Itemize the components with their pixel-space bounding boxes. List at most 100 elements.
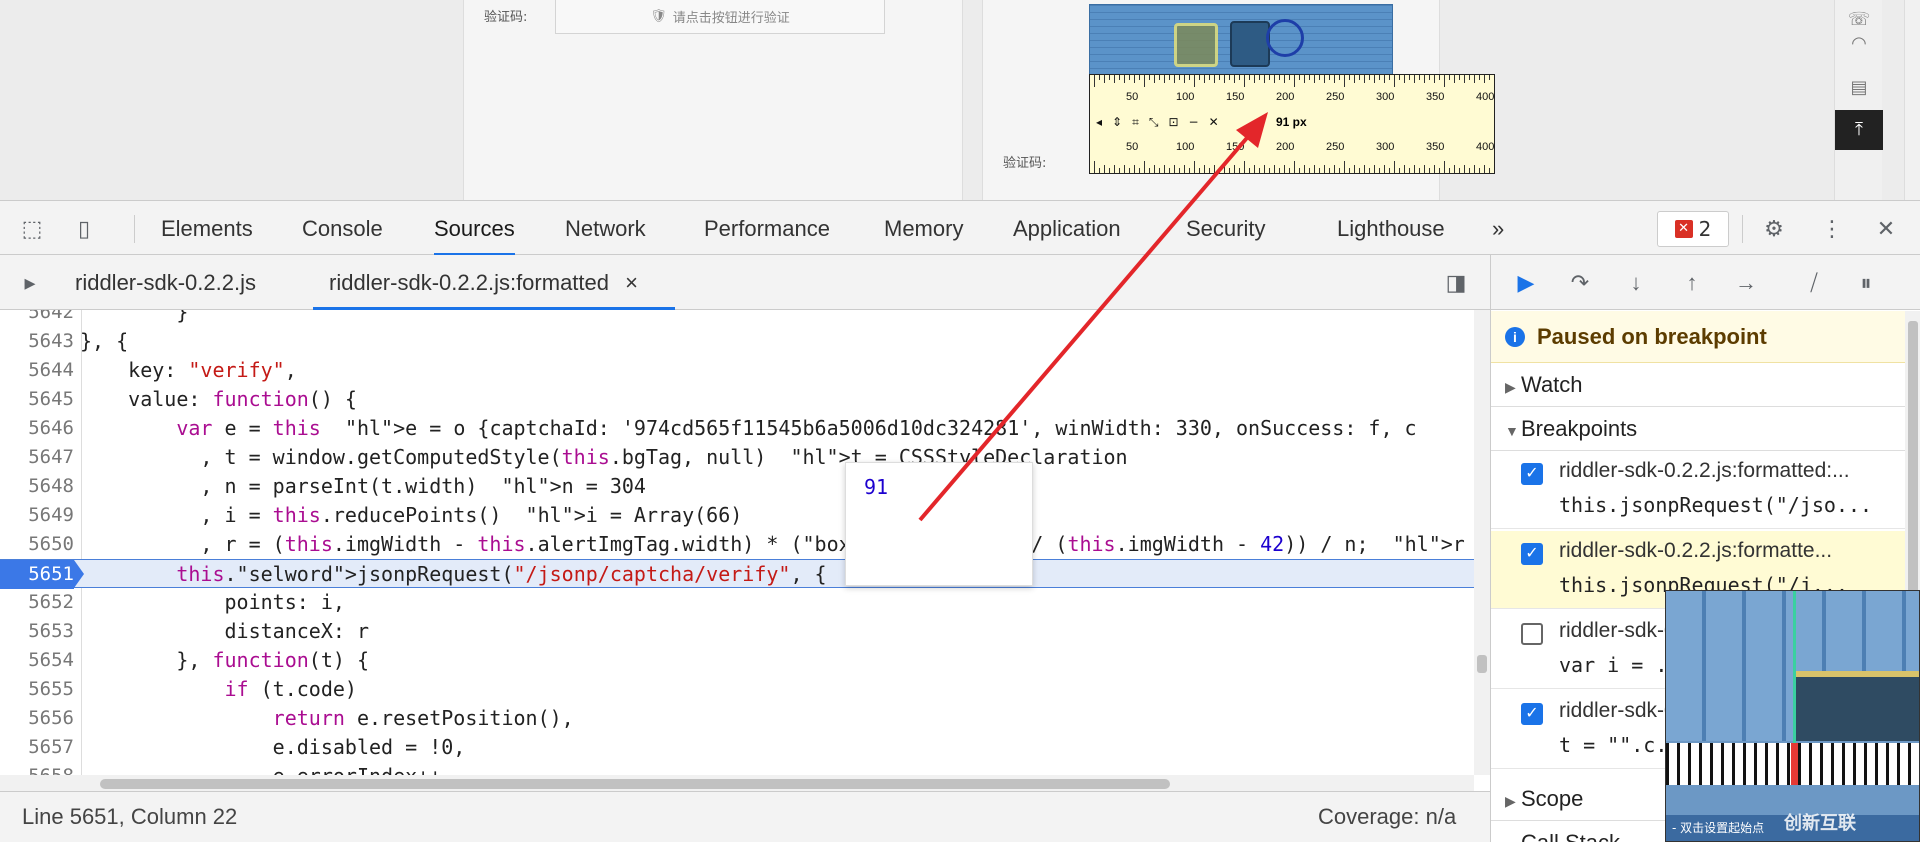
- line-number[interactable]: 5644: [0, 356, 74, 385]
- close-tab-icon[interactable]: ×: [625, 270, 638, 295]
- captcha-button[interactable]: 🛡 请点击按钮进行验证: [555, 0, 885, 34]
- screen-ruler[interactable]: 50 100 150 200 250 300 350 400 ◂ ⇕ ⌗ ⤡ ⊡ − ✕ 91…: [1089, 74, 1495, 174]
- back-to-top-icon[interactable]: ⤒: [1835, 110, 1883, 150]
- panel-tab-application[interactable]: Application: [1013, 201, 1121, 256]
- breakpoint-checkbox[interactable]: ✓: [1521, 703, 1543, 725]
- file-tab-formatted[interactable]: riddler-sdk-0.2.2.js:formatted ×: [313, 255, 675, 310]
- close-devtools-icon[interactable]: ✕: [1870, 213, 1902, 245]
- code-line[interactable]: 5646 var e = this "hl">e = o {captchaId:…: [0, 414, 1474, 443]
- panel-tab-elements[interactable]: Elements: [161, 201, 253, 256]
- page-scrollbar[interactable]: [1904, 0, 1920, 200]
- panel-tab-sources[interactable]: Sources: [434, 201, 515, 256]
- clipboard-icon[interactable]: ▤: [1835, 68, 1883, 108]
- panel-tab-lighthouse[interactable]: Lighthouse: [1337, 201, 1445, 256]
- coverage-status[interactable]: Coverage: n/a: [1318, 804, 1456, 830]
- breakpoint-code: this.jsonpRequest("/jso...: [1559, 493, 1873, 517]
- panel-tab-network[interactable]: Network: [565, 201, 646, 256]
- crop-icon[interactable]: ⌗: [1132, 115, 1139, 130]
- line-number[interactable]: 5643: [0, 327, 74, 356]
- toggle-debugger-icon[interactable]: ◨: [1440, 267, 1472, 299]
- code-line[interactable]: 5657 e.disabled = !0,: [0, 733, 1474, 762]
- code-line[interactable]: 5649 , i = this.reducePoints() "hl">i = …: [0, 501, 1474, 530]
- line-number[interactable]: 5648: [0, 472, 74, 501]
- breakpoint-checkbox[interactable]: ✓: [1521, 463, 1543, 485]
- line-number[interactable]: 5656: [0, 704, 74, 733]
- line-number[interactable]: 5652: [0, 588, 74, 617]
- ruler-tick: [1454, 75, 1455, 83]
- ruler-tick: [1364, 165, 1365, 173]
- ruler-tick: [1254, 75, 1255, 83]
- line-number[interactable]: 5646: [0, 414, 74, 443]
- error-count-badge[interactable]: ✕ 2: [1657, 211, 1729, 247]
- code-line[interactable]: 5642 }: [0, 310, 1474, 327]
- file-tab-original[interactable]: riddler-sdk-0.2.2.js: [75, 255, 256, 310]
- ruler-tick: [1289, 168, 1290, 173]
- line-number[interactable]: 5650: [0, 530, 74, 559]
- line-number[interactable]: 5657: [0, 733, 74, 762]
- kebab-menu-icon[interactable]: ⋮: [1816, 213, 1848, 245]
- deactivate-breakpoints-icon[interactable]: ⧸: [1797, 267, 1831, 299]
- line-number[interactable]: 5655: [0, 675, 74, 704]
- ruler-tick: [1439, 168, 1440, 173]
- captcha-image[interactable]: [1089, 4, 1393, 76]
- minimize-icon[interactable]: −: [1189, 115, 1199, 129]
- ruler-tick-label: 250: [1326, 141, 1345, 153]
- panel-tab-security[interactable]: Security: [1186, 201, 1265, 256]
- close-ruler-icon[interactable]: ✕: [1209, 115, 1219, 129]
- magnifier-overlay[interactable]: - 双击设置起始点 创新互联: [1665, 590, 1920, 842]
- code-line[interactable]: 5658 e.errorIndex++: [0, 762, 1474, 775]
- scroll-thumb[interactable]: [100, 779, 1170, 789]
- breakpoint-checkbox[interactable]: [1521, 623, 1543, 645]
- pause-on-exceptions-icon[interactable]: ⏸: [1849, 267, 1883, 299]
- volume-icon[interactable]: ◂: [1096, 115, 1102, 129]
- toggle-navigator-icon[interactable]: ▸: [14, 267, 46, 299]
- watch-section-header[interactable]: ▶ Watch: [1491, 363, 1905, 407]
- vertical-toggle-icon[interactable]: ⇕: [1112, 115, 1122, 129]
- line-number[interactable]: 5654: [0, 646, 74, 675]
- step-out-icon[interactable]: ↑: [1675, 267, 1709, 299]
- code-line[interactable]: 5652 points: i,: [0, 588, 1474, 617]
- line-number[interactable]: 5653: [0, 617, 74, 646]
- code-line[interactable]: 5645 value: function() {: [0, 385, 1474, 414]
- code-line[interactable]: 5654 }, function(t) {: [0, 646, 1474, 675]
- code-line[interactable]: 5644 key: "verify",: [0, 356, 1474, 385]
- code-line[interactable]: 5643}, {: [0, 327, 1474, 356]
- line-number[interactable]: 5651: [0, 560, 74, 589]
- inspect-element-icon[interactable]: ⬚: [16, 213, 48, 245]
- resume-icon[interactable]: ▶: [1509, 267, 1543, 299]
- ruler-tick: [1474, 75, 1475, 83]
- code-editor[interactable]: 5642 } 5643}, {5644 key: "verify", 5645 va…: [0, 310, 1490, 775]
- code-line[interactable]: 5648 , n = parseInt(t.width) "hl">n = 30…: [0, 472, 1474, 501]
- step-icon[interactable]: →: [1729, 267, 1763, 299]
- panel-tab-console[interactable]: Console: [302, 201, 383, 256]
- headset-icon[interactable]: ◠: [1835, 24, 1883, 64]
- resize-icon[interactable]: ⤡: [1149, 115, 1159, 130]
- breakpoint-item[interactable]: ✓ riddler-sdk-0.2.2.js:formatted:... this.…: [1491, 451, 1905, 529]
- code-line[interactable]: 5650 , r = (this.imgWidth - this.alertIm…: [0, 530, 1489, 559]
- code-line[interactable]: 5653 distanceX: r: [0, 617, 1474, 646]
- scroll-thumb[interactable]: [1477, 655, 1487, 673]
- line-number[interactable]: 5645: [0, 385, 74, 414]
- code-line[interactable]: 5655 if (t.code): [0, 675, 1474, 704]
- step-over-icon[interactable]: ↷: [1563, 267, 1597, 299]
- panel-tab-performance[interactable]: Performance: [704, 201, 830, 256]
- center-icon[interactable]: ⊡: [1168, 115, 1178, 129]
- editor-horizontal-scrollbar[interactable]: [0, 775, 1474, 791]
- line-number[interactable]: 5649: [0, 501, 74, 530]
- line-number[interactable]: 5658: [0, 762, 74, 775]
- ruler-tick: [1249, 168, 1250, 173]
- code-line[interactable]: 5647 , t = window.getComputedStyle(this.…: [0, 443, 1474, 472]
- code-line[interactable]: 5656 return e.resetPosition(),: [0, 704, 1474, 733]
- more-panels-button[interactable]: »: [1492, 201, 1504, 256]
- panel-tab-memory[interactable]: Memory: [884, 201, 963, 256]
- editor-vertical-scrollbar[interactable]: [1474, 310, 1490, 775]
- code-line-current[interactable]: 5651 this."selword">jsonpRequest("/jsonp…: [0, 559, 1474, 589]
- device-toolbar-icon[interactable]: ▯: [68, 213, 100, 245]
- breakpoint-checkbox[interactable]: ✓: [1521, 543, 1543, 565]
- settings-gear-icon[interactable]: ⚙: [1758, 213, 1790, 245]
- line-number[interactable]: 5642: [0, 310, 74, 327]
- breakpoints-section-header[interactable]: ▼Breakpoints: [1491, 407, 1905, 451]
- puzzle-piece[interactable]: [1174, 23, 1218, 67]
- step-into-icon[interactable]: ↓: [1619, 267, 1653, 299]
- line-number[interactable]: 5647: [0, 443, 74, 472]
